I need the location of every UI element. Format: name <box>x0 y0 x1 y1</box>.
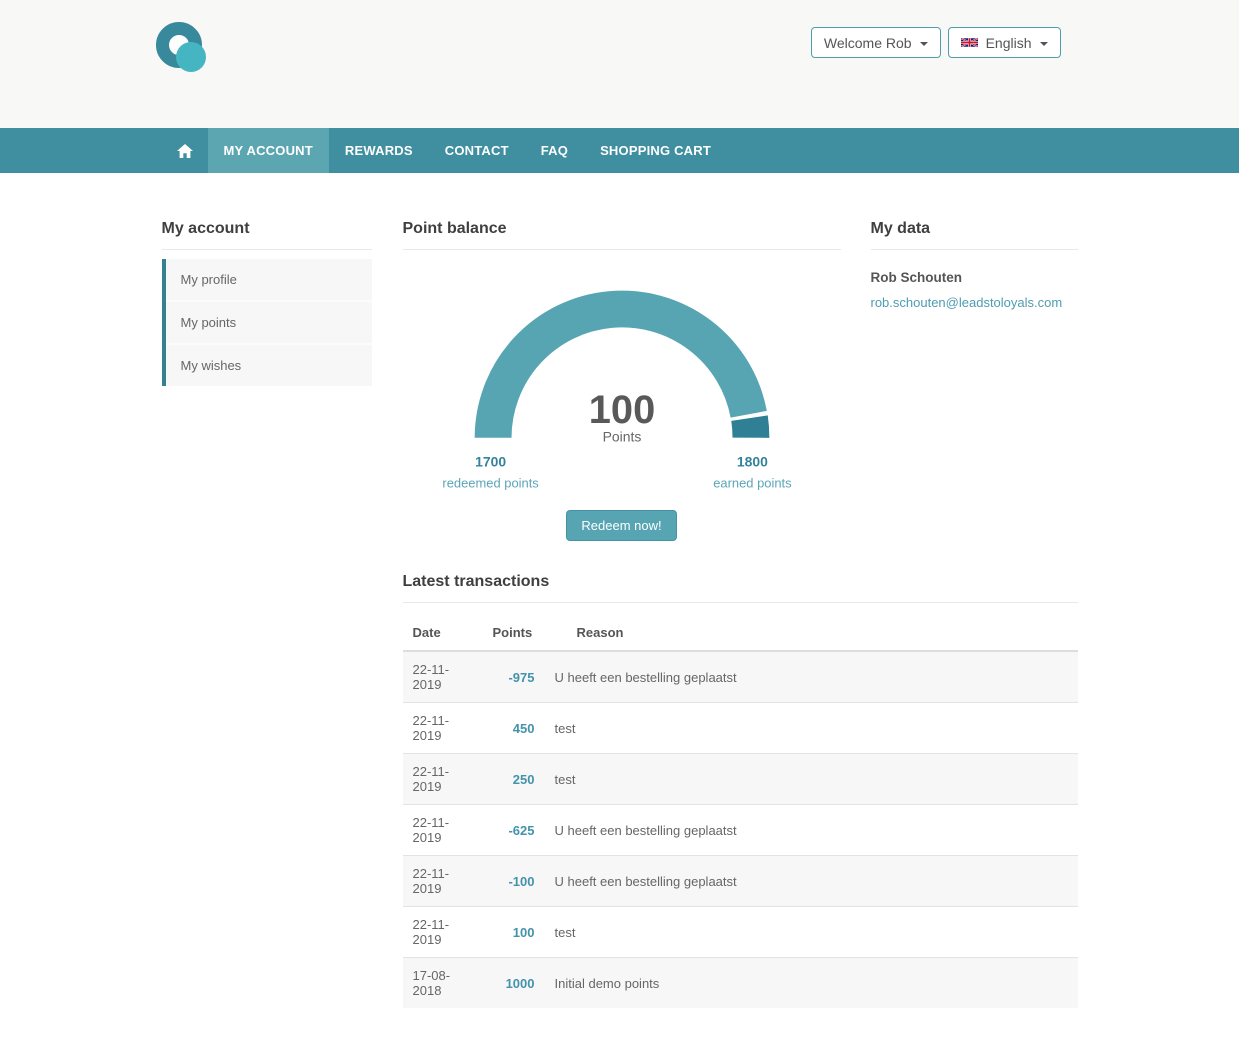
column-header-date: Date <box>403 615 483 651</box>
tx-points: -100 <box>483 856 545 907</box>
language-dropdown[interactable]: English <box>948 27 1061 58</box>
my-data-title: My data <box>871 220 1078 250</box>
chevron-down-icon <box>920 42 928 46</box>
tx-date: 22-11-2019 <box>403 856 483 907</box>
gauge-arc-remaining <box>749 418 750 438</box>
tx-points: 1000 <box>483 958 545 1009</box>
gauge-earned-value: 1800 <box>736 454 767 470</box>
column-header-reason: Reason <box>545 615 1078 651</box>
tx-reason: Initial demo points <box>545 958 1078 1009</box>
user-name: Rob Schouten <box>871 270 1078 285</box>
user-email-link[interactable]: rob.schouten@leadstoloyals.com <box>871 295 1078 310</box>
tx-reason: test <box>545 703 1078 754</box>
tx-date: 17-08-2018 <box>403 958 483 1009</box>
gauge-redeemed-value: 1700 <box>475 454 506 470</box>
tx-reason: U heeft een bestelling geplaatst <box>545 651 1078 703</box>
points-gauge: 100 Points 1700 redeemed points 1800 ear… <box>403 272 841 492</box>
gauge-points-label: Points <box>602 429 641 445</box>
welcome-user-dropdown[interactable]: Welcome Rob <box>811 27 941 58</box>
tx-points: -625 <box>483 805 545 856</box>
transactions-table: Date Points Reason 22-11-2019 -975 U hee… <box>403 615 1078 1008</box>
table-row: 22-11-2019 -625 U heeft een bestelling g… <box>403 805 1078 856</box>
tx-points: 100 <box>483 907 545 958</box>
gauge-current-points: 100 <box>588 388 654 432</box>
nav-faq[interactable]: FAQ <box>525 128 584 173</box>
main-nav: MY ACCOUNT REWARDS CONTACT FAQ SHOPPING … <box>0 128 1239 173</box>
tx-reason: U heeft een bestelling geplaatst <box>545 856 1078 907</box>
nav-shopping-cart[interactable]: SHOPPING CART <box>584 128 727 173</box>
nav-rewards[interactable]: REWARDS <box>329 128 429 173</box>
home-icon <box>177 144 193 158</box>
top-header: Welcome Rob English <box>0 0 1239 128</box>
language-label: English <box>986 35 1032 51</box>
table-row: 22-11-2019 450 test <box>403 703 1078 754</box>
account-sidebar: My account My profile My points My wishe… <box>162 220 372 1008</box>
tx-date: 22-11-2019 <box>403 754 483 805</box>
redeem-now-button[interactable]: Redeem now! <box>566 510 676 541</box>
table-row: 22-11-2019 100 test <box>403 907 1078 958</box>
point-balance-section: Point balance 100 Points 1700 redeemed p… <box>403 220 841 541</box>
tx-reason: test <box>545 754 1078 805</box>
tx-points: 450 <box>483 703 545 754</box>
chevron-down-icon <box>1040 42 1048 46</box>
tx-date: 22-11-2019 <box>403 703 483 754</box>
brand-logo[interactable] <box>156 22 202 68</box>
tx-reason: test <box>545 907 1078 958</box>
tx-date: 22-11-2019 <box>403 651 483 703</box>
tx-date: 22-11-2019 <box>403 907 483 958</box>
table-header-row: Date Points Reason <box>403 615 1078 651</box>
tx-reason: U heeft een bestelling geplaatst <box>545 805 1078 856</box>
sidebar-title: My account <box>162 220 372 250</box>
table-row: 22-11-2019 -975 U heeft een bestelling g… <box>403 651 1078 703</box>
gauge-redeemed-label: redeemed points <box>442 476 538 491</box>
table-row: 22-11-2019 250 test <box>403 754 1078 805</box>
tx-points: -975 <box>483 651 545 703</box>
brand-logo-dot <box>176 42 206 72</box>
tx-points: 250 <box>483 754 545 805</box>
table-row: 22-11-2019 -100 U heeft een bestelling g… <box>403 856 1078 907</box>
latest-transactions-section: Latest transactions Date Points Reason 2… <box>403 573 1078 1008</box>
table-row: 17-08-2018 1000 Initial demo points <box>403 958 1078 1009</box>
nav-home[interactable] <box>162 128 208 173</box>
sidebar-item-my-points[interactable]: My points <box>166 302 372 345</box>
tx-date: 22-11-2019 <box>403 805 483 856</box>
column-header-points: Points <box>483 615 545 651</box>
gauge-earned-label: earned points <box>713 476 791 491</box>
sidebar-item-my-profile[interactable]: My profile <box>166 259 372 302</box>
latest-transactions-title: Latest transactions <box>403 573 1078 603</box>
welcome-user-label: Welcome Rob <box>824 35 912 51</box>
nav-contact[interactable]: CONTACT <box>429 128 525 173</box>
point-balance-title: Point balance <box>403 220 841 250</box>
sidebar-item-my-wishes[interactable]: My wishes <box>166 345 372 386</box>
uk-flag-icon <box>961 37 978 48</box>
my-data-section: My data Rob Schouten rob.schouten@leadst… <box>871 220 1078 541</box>
nav-my-account[interactable]: MY ACCOUNT <box>208 128 329 173</box>
